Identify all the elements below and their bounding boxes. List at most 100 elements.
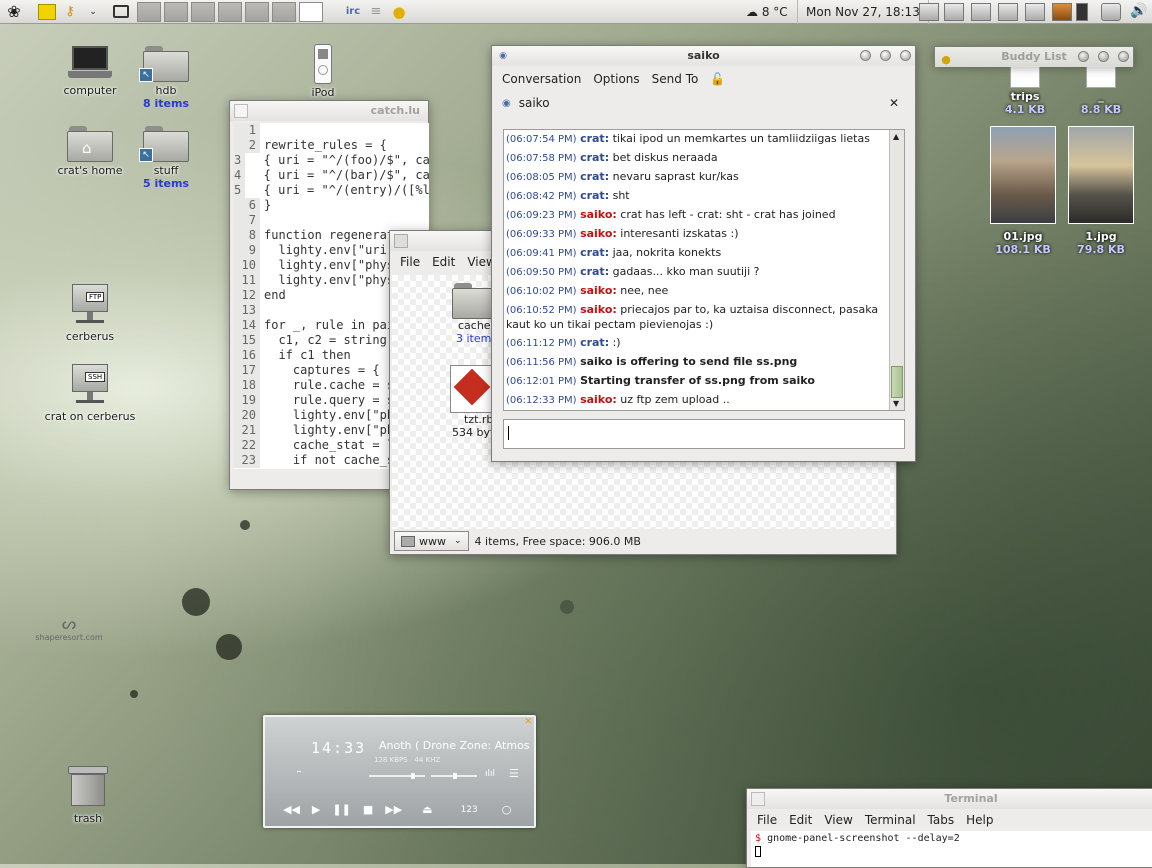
desktop-icon-1-jpg[interactable]: 1.jpg 79.8 KB: [1051, 126, 1151, 256]
desktop-icon-cerberus[interactable]: FTP cerberus: [40, 282, 140, 343]
chat-window[interactable]: ◉ saiko Conversation Options Send To 🔓 ◉…: [491, 45, 916, 462]
cpu-graph-icon[interactable]: [944, 3, 964, 21]
music-player[interactable]: ✕ 14:33 Anoth ( Drone Zone: Atmos 128 KB…: [263, 715, 536, 828]
terminal-titlebar[interactable]: Terminal: [747, 789, 1152, 809]
location-combo[interactable]: www ⌄: [394, 531, 469, 551]
desktop-icon-trash[interactable]: trash: [38, 766, 138, 825]
pidgin-tray-icon[interactable]: irc: [343, 2, 363, 22]
message-time: (06:08:05 PM): [506, 172, 577, 183]
scroll-down-icon[interactable]: ▼: [893, 399, 899, 408]
weather-temp: 8 °C: [761, 5, 788, 19]
memory-graph-icon[interactable]: [971, 3, 991, 21]
menu-file[interactable]: File: [394, 255, 426, 269]
buddy-list-window[interactable]: ● Buddy List: [934, 46, 1134, 67]
equalizer-icon[interactable]: ılıl: [485, 769, 495, 779]
line-number: 21: [234, 423, 260, 438]
code-line: 3 { uri = "^/(foo)/$", cache = "\: [234, 153, 429, 168]
terminal-window[interactable]: Terminal File Edit View Terminal Tabs He…: [746, 788, 1152, 868]
close-tab-icon[interactable]: ✕: [889, 96, 899, 110]
slider-thumb[interactable]: [453, 773, 457, 779]
menu-send-to[interactable]: Send To: [646, 72, 705, 86]
ruby-file-icon: [450, 365, 494, 413]
terminal-output[interactable]: $ gnome-panel-screenshot --delay=2: [751, 831, 1152, 867]
bitrate-unit: KBPS: [389, 756, 408, 764]
play-icon[interactable]: ▶: [312, 803, 320, 816]
close-button[interactable]: [1118, 51, 1129, 62]
menu-edit[interactable]: Edit: [783, 813, 818, 827]
minimize-button[interactable]: [1078, 51, 1089, 62]
menu-file[interactable]: File: [751, 813, 783, 827]
taskbar-item[interactable]: [218, 1, 242, 22]
printer-icon[interactable]: [1101, 3, 1121, 21]
buddy-list-titlebar[interactable]: ● Buddy List: [935, 47, 1133, 67]
menu-edit[interactable]: Edit: [426, 255, 461, 269]
desktop-icon-underscore[interactable]: _ 8.8 KB: [1051, 66, 1151, 116]
taskbar-item[interactable]: [164, 1, 188, 22]
slider-thumb[interactable]: [411, 773, 415, 779]
close-icon[interactable]: ✕: [524, 717, 532, 727]
taskbar-item[interactable]: [191, 1, 215, 22]
menu-terminal[interactable]: Terminal: [859, 813, 922, 827]
terminal-title: Terminal: [944, 792, 998, 805]
desktop-icon-stuff[interactable]: ↖ stuff 5 items: [116, 126, 216, 190]
maximize-button[interactable]: [880, 50, 891, 61]
line-text: [260, 213, 264, 228]
next-icon[interactable]: ▶▶: [385, 803, 402, 816]
editor-titlebar[interactable]: catch.lu: [230, 101, 428, 121]
desktop-icon-ipod[interactable]: iPod: [273, 44, 373, 99]
taskbar-item[interactable]: [137, 1, 161, 22]
track-title: Anoth ( Drone Zone: Atmos: [379, 739, 530, 752]
storage-icon[interactable]: [1052, 3, 1072, 21]
clock[interactable]: Mon Nov 27, 18:13: [797, 0, 929, 24]
load-graph-icon[interactable]: [1025, 3, 1045, 21]
line-number: 2: [234, 138, 260, 153]
desktop-icon-crat-on-cerberus[interactable]: SSH crat on cerberus: [40, 362, 140, 423]
conversation-tab[interactable]: ◉ saiko ✕: [496, 92, 911, 114]
main-menu-foot-icon[interactable]: ❀: [3, 2, 25, 22]
network-monitor-icon[interactable]: [919, 3, 939, 21]
stop-icon[interactable]: ■: [363, 803, 373, 816]
chat-scrollbar[interactable]: ▲ ▼: [889, 130, 904, 410]
line-number: 14: [234, 318, 260, 333]
scroll-thumb[interactable]: [891, 366, 903, 398]
notes-launcher-icon[interactable]: [37, 2, 57, 22]
message-input[interactable]: [503, 419, 905, 449]
menu-view[interactable]: View: [818, 813, 858, 827]
taskbar-item[interactable]: [272, 1, 296, 22]
terminal-menubar: File Edit View Terminal Tabs Help: [747, 809, 1152, 831]
previous-icon[interactable]: ◀◀: [283, 803, 300, 816]
line-number: 12: [234, 288, 260, 303]
weather-applet[interactable]: ☁ 8 °C: [746, 0, 788, 24]
lock-icon[interactable]: 🔓: [704, 72, 731, 86]
maximize-button[interactable]: [1098, 51, 1109, 62]
taskbar-item-active[interactable]: [299, 1, 323, 22]
volume-icon[interactable]: 🔊: [1129, 1, 1149, 21]
menu-conversation[interactable]: Conversation: [496, 72, 587, 86]
chat-titlebar[interactable]: ◉ saiko: [492, 46, 915, 66]
close-button[interactable]: [900, 50, 911, 61]
volume-slider[interactable]: [369, 773, 425, 779]
shuffle-icon[interactable]: ○: [502, 803, 512, 816]
editor-app-icon: [234, 104, 248, 118]
taskbar-item[interactable]: [245, 1, 269, 22]
chevron-down-icon[interactable]: ⌄: [83, 2, 103, 22]
clipboard-icon[interactable]: [1076, 3, 1088, 21]
menu-help[interactable]: Help: [960, 813, 999, 827]
pidgin-icon: ◉: [499, 51, 507, 61]
keys-launcher-icon[interactable]: ⚷: [60, 2, 80, 22]
playlist-icon[interactable]: ☰: [509, 767, 519, 780]
camera-launcher-icon[interactable]: [111, 2, 131, 22]
track-counter[interactable]: 123: [461, 805, 478, 815]
pause-icon[interactable]: ❚❚: [332, 803, 350, 816]
net-graph-icon[interactable]: [998, 3, 1018, 21]
ftp-server-icon: FTP: [68, 282, 112, 326]
balance-slider[interactable]: [431, 773, 477, 779]
menu-options[interactable]: Options: [587, 72, 645, 86]
desktop-icon-hdb[interactable]: ↖ hdb 8 items: [116, 46, 216, 110]
tux-duck-icon[interactable]: ●: [389, 2, 409, 22]
scroll-up-icon[interactable]: ▲: [893, 132, 899, 141]
menu-tabs[interactable]: Tabs: [922, 813, 961, 827]
eject-icon[interactable]: ⏏: [422, 803, 432, 816]
minimize-button[interactable]: [860, 50, 871, 61]
chat-log[interactable]: (06:07:54 PM) crat: tikai ipod un memkar…: [503, 129, 905, 411]
